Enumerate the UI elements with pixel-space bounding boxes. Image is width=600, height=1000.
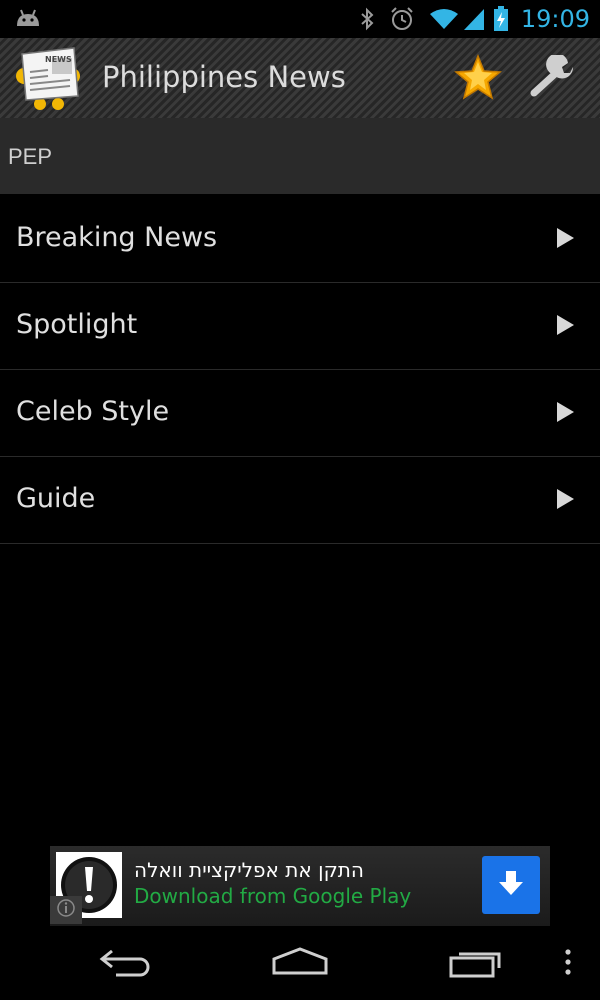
menu-item-guide[interactable]: Guide <box>0 457 600 544</box>
overflow-menu-icon <box>564 948 572 980</box>
battery-charging-icon <box>493 6 509 32</box>
menu-item-label: Spotlight <box>16 309 138 340</box>
section-title: PEP <box>8 144 53 169</box>
info-icon <box>56 898 76 922</box>
wifi-icon <box>429 7 459 31</box>
android-icon <box>14 8 42 32</box>
settings-button[interactable] <box>524 53 580 104</box>
menu-item-label: Breaking News <box>16 222 218 253</box>
menu-item-celeb-style[interactable]: Celeb Style <box>0 370 600 457</box>
signal-icon <box>463 7 485 31</box>
alarm-icon <box>389 6 415 32</box>
menu-item-label: Guide <box>16 483 96 514</box>
wrench-icon <box>528 53 576 103</box>
back-button[interactable] <box>94 942 158 986</box>
menu-item-breaking-news[interactable]: Breaking News <box>0 196 600 283</box>
menu-item-spotlight[interactable]: Spotlight <box>0 283 600 370</box>
status-time: 19:09 <box>520 5 590 33</box>
home-icon <box>270 947 330 981</box>
chevron-right-icon <box>557 489 574 509</box>
back-icon <box>98 947 154 981</box>
bluetooth-icon <box>359 7 375 31</box>
screen: 19:09 NEWS Philippines News PEP Breaking… <box>0 0 600 1000</box>
ad-title: התקן את אפליקציית וואלה <box>134 858 364 882</box>
favorites-button[interactable] <box>452 53 504 104</box>
logo-news-text: NEWS <box>45 55 72 64</box>
navigation-bar <box>0 928 600 1000</box>
ad-info-button[interactable] <box>50 896 82 924</box>
ad-banner[interactable]: התקן את אפליקציית וואלה Download from Go… <box>50 846 550 926</box>
home-button[interactable] <box>268 942 332 986</box>
download-button[interactable] <box>482 856 540 914</box>
star-icon <box>454 53 502 104</box>
ad-subtitle: Download from Google Play <box>134 884 412 908</box>
recents-icon <box>447 946 505 982</box>
newspaper-mascot-icon[interactable]: NEWS <box>12 44 84 114</box>
app-title: Philippines News <box>102 60 346 94</box>
menu-list: Breaking News Spotlight Celeb Style Guid… <box>0 196 600 544</box>
status-icons: 19:09 <box>345 0 590 38</box>
chevron-right-icon <box>557 402 574 422</box>
overflow-menu-button[interactable] <box>556 942 580 986</box>
download-arrow-icon <box>496 868 526 902</box>
recents-button[interactable] <box>444 942 508 986</box>
action-bar: NEWS Philippines News <box>0 38 600 118</box>
chevron-right-icon <box>557 315 574 335</box>
status-bar: 19:09 <box>0 0 600 38</box>
section-header: PEP <box>0 118 600 194</box>
chevron-right-icon <box>557 228 574 248</box>
menu-item-label: Celeb Style <box>16 396 170 427</box>
